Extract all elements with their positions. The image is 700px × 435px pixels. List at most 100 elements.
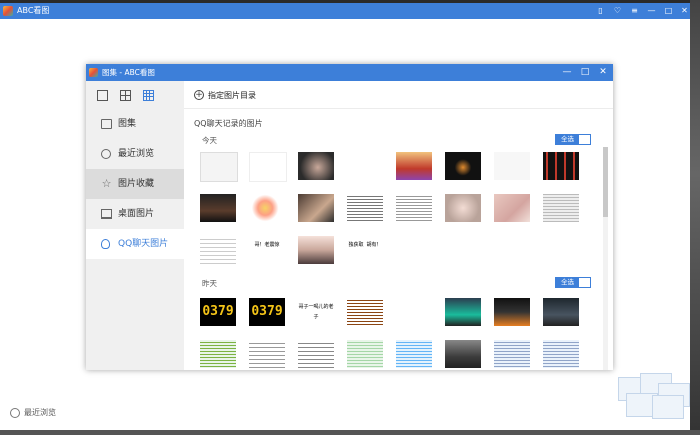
- close-icon[interactable]: ✕: [676, 3, 693, 19]
- thumbnail-image: [543, 298, 579, 326]
- group-label-yesterday: 昨天: [202, 279, 217, 288]
- dialog-title: 图集 - ABC看图: [102, 68, 155, 77]
- minimize-icon[interactable]: —: [643, 3, 660, 19]
- thumbnail-item[interactable]: [292, 335, 340, 370]
- thumbnail-item[interactable]: [537, 293, 585, 333]
- desktop-background-right: [690, 0, 700, 435]
- file-icon[interactable]: ▯: [592, 3, 609, 19]
- minimize-icon[interactable]: —: [558, 64, 576, 81]
- thumbnail-image: [494, 340, 530, 368]
- sidebar-item-album[interactable]: 图集: [86, 109, 184, 139]
- close-icon[interactable]: ✕: [594, 64, 612, 81]
- thumbnail-image: 0379: [200, 298, 236, 326]
- thumbnail-item[interactable]: 独获取 胡有！: [341, 231, 389, 271]
- thumbnail-image: [200, 152, 238, 182]
- thumbnail-item[interactable]: [341, 147, 389, 187]
- add-folder-button[interactable]: 指定图片目录: [208, 90, 256, 101]
- thumbnail-item[interactable]: [341, 189, 389, 229]
- thumbnail-item[interactable]: [194, 231, 242, 271]
- thumbnail-image: [543, 152, 579, 180]
- thumbnail-item[interactable]: 哥子一喝儿的老子: [292, 293, 340, 333]
- thumbnail-item[interactable]: [243, 335, 291, 370]
- thumbnail-image: [396, 152, 432, 180]
- thumbnail-item[interactable]: 哥！老震惊: [243, 231, 291, 271]
- thumbnail-image: [298, 236, 334, 264]
- thumbnail-item[interactable]: [292, 231, 340, 271]
- thumbnail-image: [347, 194, 383, 222]
- thumbnail-image: [298, 194, 334, 222]
- select-all-toggle-yesterday[interactable]: 全选: [555, 277, 591, 288]
- content-panel: + 指定图片目录 QQ聊天记录的图片 今天 全选 哥！老震惊 独获取 胡有！ 昨天…: [184, 81, 613, 370]
- content-scrollbar[interactable]: [603, 147, 608, 370]
- thumbnail-item[interactable]: [194, 147, 242, 187]
- thumbnail-item[interactable]: [439, 189, 487, 229]
- sidebar-item-qq[interactable]: QQ聊天图片: [86, 229, 184, 259]
- app-logo-icon: [3, 6, 13, 16]
- thumbnail-image: [445, 298, 481, 326]
- thumbnail-image: [347, 152, 383, 180]
- scrollbar-thumb[interactable]: [603, 147, 608, 217]
- thumbnail-item[interactable]: [243, 147, 291, 187]
- main-window-title: ABC看图: [17, 6, 50, 15]
- sidebar-item-favorites[interactable]: ☆ 图片收藏: [86, 169, 184, 199]
- select-all-toggle-today[interactable]: 全选: [555, 134, 591, 145]
- thumbnail-image: [200, 340, 236, 368]
- thumbnail-item[interactable]: [439, 293, 487, 333]
- sidebar: 图集 最近浏览 ☆ 图片收藏 桌面图片 QQ聊天图片: [86, 81, 184, 370]
- thumbnail-image: [652, 395, 684, 419]
- skin-icon[interactable]: ♡: [609, 3, 626, 19]
- thumbnail-image: [298, 340, 334, 368]
- thumbnail-item[interactable]: [390, 147, 438, 187]
- maximize-icon[interactable]: □: [576, 64, 594, 81]
- thumbnail-item[interactable]: [194, 335, 242, 370]
- thumbnail-image: [347, 298, 383, 326]
- thumbnail-image: [298, 152, 334, 180]
- qq-icon: [101, 239, 110, 249]
- thumbnail-item[interactable]: [390, 293, 438, 333]
- desktop-icon: [101, 209, 112, 219]
- view-dense-grid-icon[interactable]: [143, 90, 154, 101]
- dialog-titlebar: 图集 - ABC看图 — □ ✕: [86, 64, 613, 81]
- thumbnail-item[interactable]: [341, 335, 389, 370]
- thumbnail-item[interactable]: [390, 189, 438, 229]
- thumbnail-item[interactable]: [243, 189, 291, 229]
- thumbnail-image: [445, 152, 481, 180]
- app-logo-icon: [89, 68, 98, 77]
- thumbnail-item[interactable]: [439, 335, 487, 370]
- thumbnail-image: [494, 194, 530, 222]
- thumbnail-item[interactable]: [194, 189, 242, 229]
- thumbnail-image: 哥子一喝儿的老子: [298, 298, 334, 330]
- view-grid-icon[interactable]: [120, 90, 131, 101]
- thumbnail-item[interactable]: 0379: [243, 293, 291, 333]
- thumbnail-image: 哥！老震惊: [249, 236, 285, 268]
- sidebar-item-recent[interactable]: 最近浏览: [86, 139, 184, 169]
- thumbnail-image: [200, 236, 236, 264]
- thumbnail-image: [249, 340, 285, 368]
- thumbnail-item[interactable]: [537, 147, 585, 187]
- thumbnail-item[interactable]: [488, 189, 536, 229]
- main-titlebar: ABC看图 ▯ ♡ ≡ — □ ✕: [0, 3, 690, 19]
- recent-browse-link[interactable]: 最近浏览: [10, 407, 56, 423]
- thumbnail-item[interactable]: 0379: [194, 293, 242, 333]
- thumbnail-item[interactable]: [537, 189, 585, 229]
- thumbnail-item[interactable]: [439, 147, 487, 187]
- thumbnail-image: 0379: [249, 298, 285, 326]
- thumbnail-item[interactable]: [341, 293, 389, 333]
- thumbnail-item[interactable]: [292, 147, 340, 187]
- thumbnail-item[interactable]: [390, 335, 438, 370]
- maximize-icon[interactable]: □: [660, 3, 677, 19]
- thumbnail-item[interactable]: [292, 189, 340, 229]
- thumbnail-image: [200, 194, 236, 222]
- thumbnail-item[interactable]: [488, 335, 536, 370]
- history-icon: [10, 407, 20, 418]
- sidebar-item-desktop[interactable]: 桌面图片: [86, 199, 184, 229]
- thumbnail-item[interactable]: [537, 335, 585, 370]
- menu-icon[interactable]: ≡: [626, 3, 643, 19]
- view-large-icon[interactable]: [97, 90, 108, 101]
- thumbnail-item[interactable]: [488, 147, 536, 187]
- thumbnail-image: [249, 194, 285, 222]
- add-circle-icon[interactable]: +: [194, 90, 204, 100]
- thumbnail-image: [445, 340, 481, 368]
- floating-thumbnails: [614, 373, 690, 419]
- thumbnail-item[interactable]: [488, 293, 536, 333]
